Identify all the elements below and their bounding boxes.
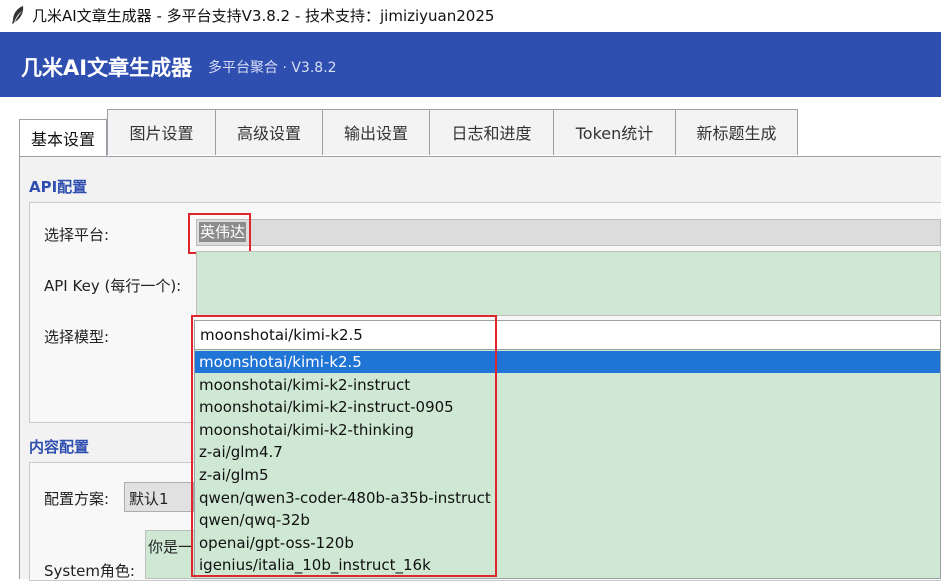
api-key-label: API Key (每行一个): (44, 277, 182, 295)
content-section-title: 内容配置 (29, 438, 90, 456)
tab-output-settings[interactable]: 输出设置 (322, 109, 430, 155)
model-label: 选择模型: (44, 328, 110, 346)
scheme-select[interactable]: 默认1 (124, 482, 194, 512)
platform-highlight-box (188, 213, 251, 254)
tab-token-stats[interactable]: Token统计 (553, 109, 676, 155)
feather-icon (12, 6, 24, 24)
app-subtitle: 多平台聚合 · V3.8.2 (208, 60, 337, 76)
platform-label: 选择平台: (44, 226, 110, 244)
tab-basic-settings[interactable]: 基本设置 (19, 119, 107, 157)
api-key-textarea[interactable] (196, 251, 941, 316)
window-title-bar: 几米AI文章生成器 - 多平台支持V3.8.2 - 技术支持：jimiziyua… (0, 0, 941, 30)
tab-log-progress[interactable]: 日志和进度 (429, 109, 554, 155)
system-role-label: System角色: (44, 562, 135, 580)
app-header: 几米AI文章生成器 多平台聚合 · V3.8.2 (0, 32, 941, 97)
window-title: 几米AI文章生成器 - 多平台支持V3.8.2 - 技术支持：jimiziyua… (32, 7, 495, 25)
system-role-text: 你是一 (148, 538, 194, 556)
tab-new-title[interactable]: 新标题生成 (675, 109, 798, 155)
scheme-label: 配置方案: (44, 490, 110, 508)
api-section-title: API配置 (29, 178, 88, 196)
tab-image-settings[interactable]: 图片设置 (107, 109, 216, 155)
platform-select[interactable] (196, 219, 941, 246)
app-name: 几米AI文章生成器 (21, 56, 193, 80)
tab-advanced-settings[interactable]: 高级设置 (215, 109, 323, 155)
scheme-value: 默认1 (129, 490, 169, 508)
model-highlight-box (191, 315, 497, 577)
